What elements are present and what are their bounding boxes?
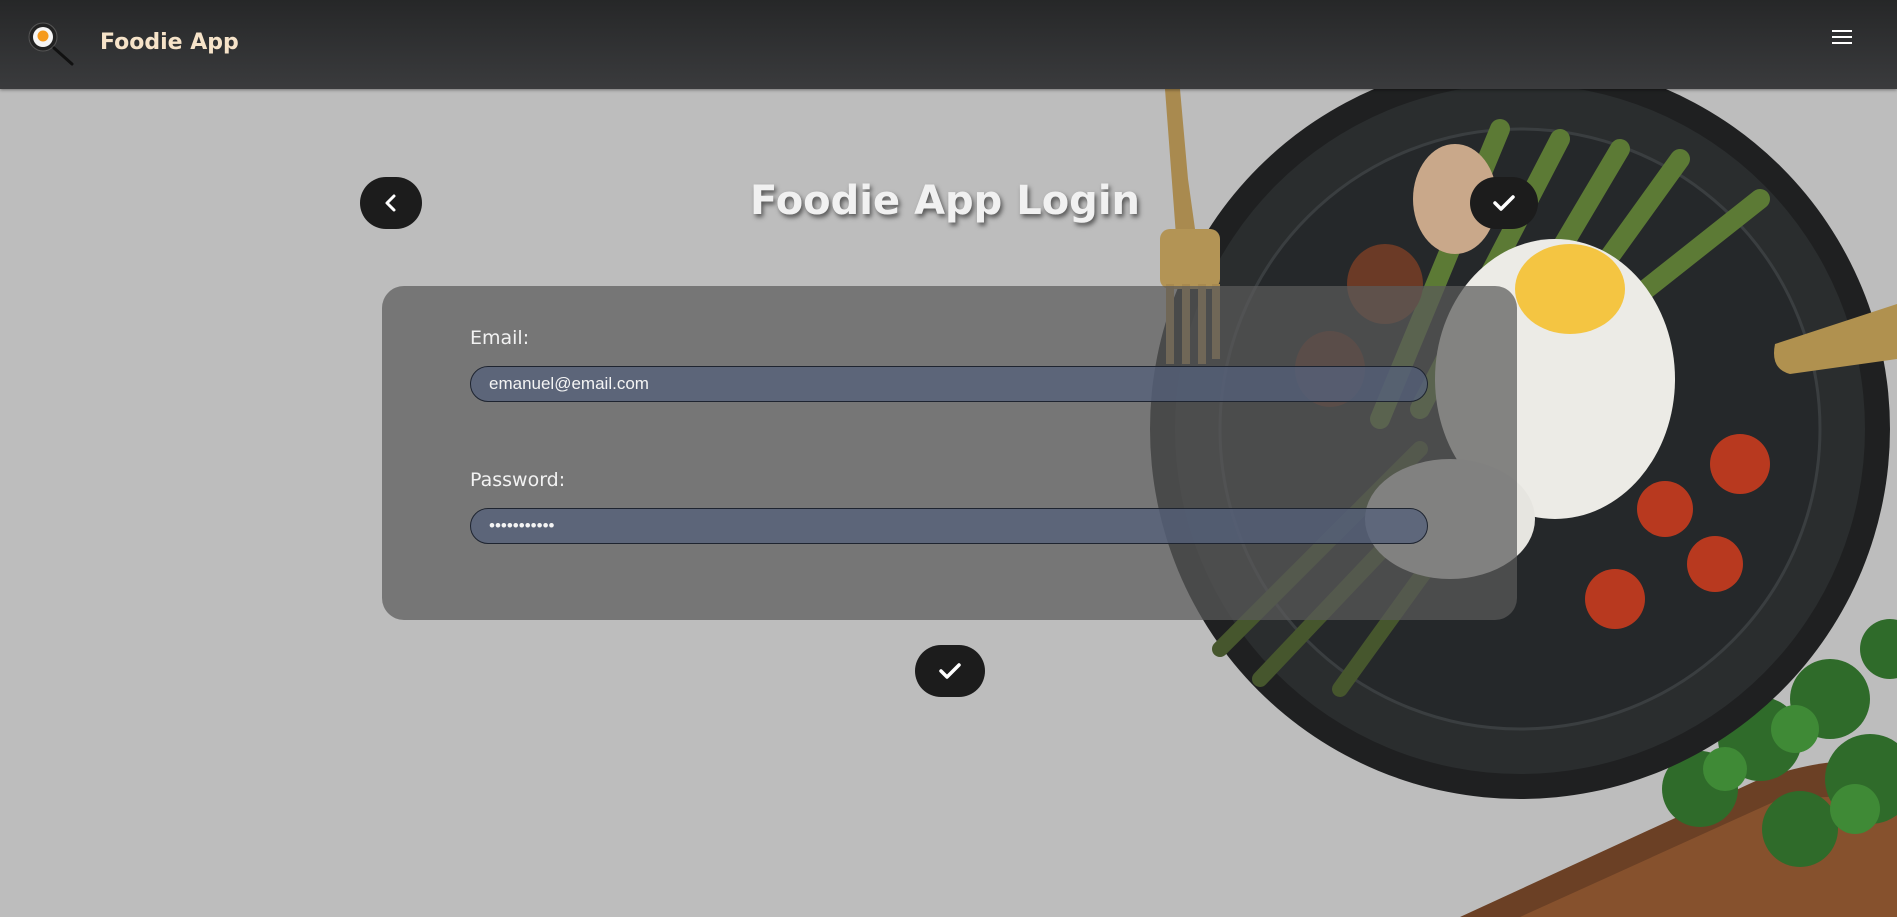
page-title: Foodie App Login (750, 178, 1140, 224)
brand-title[interactable]: Foodie App (100, 30, 239, 55)
submit-button[interactable] (915, 645, 985, 697)
checkmark-icon (939, 663, 961, 679)
navbar: Foodie App (0, 0, 1897, 89)
password-field[interactable] (470, 508, 1428, 544)
password-label: Password: (470, 469, 566, 491)
confirm-button[interactable] (1470, 177, 1538, 229)
back-button[interactable] (360, 177, 422, 229)
frying-pan-egg-icon[interactable] (26, 20, 76, 68)
email-label: Email: (470, 327, 530, 349)
login-form: Email: Password: (382, 286, 1517, 620)
chevron-left-icon (385, 194, 396, 212)
email-field[interactable] (470, 366, 1428, 402)
hamburger-menu-icon[interactable] (1832, 26, 1852, 48)
checkmark-icon (1493, 195, 1515, 211)
